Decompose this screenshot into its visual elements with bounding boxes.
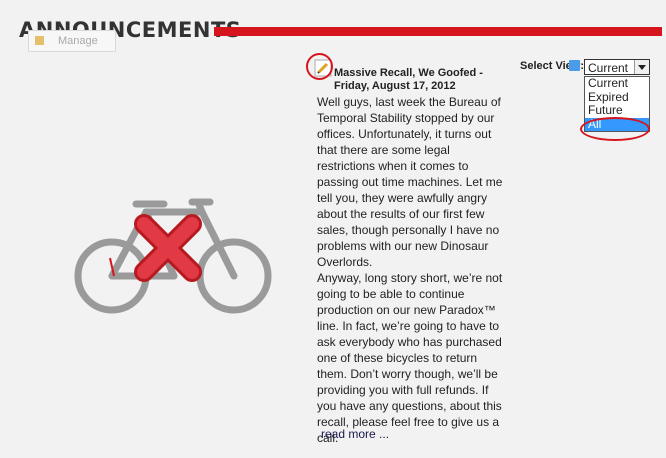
manage-button-label: Manage <box>58 35 98 47</box>
manage-icon <box>35 36 44 45</box>
read-more-link[interactable]: read more ... <box>321 427 389 441</box>
view-option-current[interactable]: Current <box>585 77 649 91</box>
announcement-body: Well guys, last week the Bureau of Tempo… <box>317 94 507 446</box>
view-option-expired[interactable]: Expired <box>585 90 649 105</box>
edit-highlight-circle <box>306 53 333 80</box>
announcement-paragraph: Well guys, last week the Bureau of Tempo… <box>317 95 503 269</box>
manage-button[interactable]: Manage <box>28 30 116 52</box>
announcement-paragraph: Anyway, long story short, we’re not goin… <box>317 271 503 445</box>
announcement-title: Massive Recall, We Goofed - Friday, Augu… <box>334 67 483 92</box>
view-option-future[interactable]: Future <box>585 103 649 118</box>
red-x-icon <box>134 214 202 282</box>
view-select[interactable]: Current <box>584 59 650 75</box>
all-option-highlight-ellipse <box>580 117 650 141</box>
header-divider-bar <box>214 27 662 36</box>
chevron-down-icon[interactable] <box>634 60 649 74</box>
info-icon <box>569 60 580 71</box>
view-select-value: Current <box>588 61 629 75</box>
